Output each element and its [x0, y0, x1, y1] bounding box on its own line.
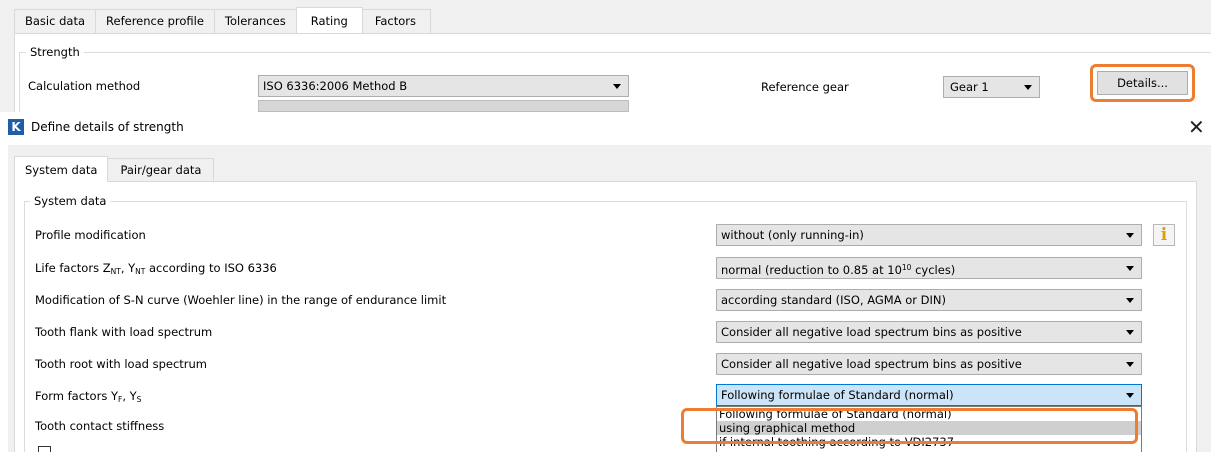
info-icon[interactable]: i	[1153, 224, 1175, 246]
tooth-flank-value: Consider all negative load spectrum bins…	[721, 325, 1022, 339]
close-icon[interactable]: ✕	[1188, 117, 1205, 137]
profile-modification-value: without (only running-in)	[721, 228, 864, 242]
chevron-down-icon	[1126, 393, 1134, 398]
option-checkbox[interactable]	[38, 446, 51, 452]
life-factors-value: normal (reduction to 0.85 at 1010 cycles…	[721, 263, 956, 277]
tab-rating[interactable]: Rating	[295, 7, 363, 33]
calc-method-label: Calculation method	[28, 79, 141, 93]
next-row-field	[258, 100, 629, 112]
form-factors-select[interactable]: Following formulae of Standard (normal)	[716, 384, 1142, 406]
sn-curve-value: according standard (ISO, AGMA or DIN)	[721, 293, 946, 307]
tab-tolerances[interactable]: Tolerances	[213, 9, 297, 33]
tab-basic-data[interactable]: Basic data	[14, 9, 97, 33]
sn-curve-select[interactable]: according standard (ISO, AGMA or DIN)	[716, 289, 1142, 311]
ref-gear-select[interactable]: Gear 1	[943, 76, 1040, 98]
tab-pair-gear-data[interactable]: Pair/gear data	[107, 158, 215, 182]
chevron-down-icon	[1024, 85, 1032, 90]
system-data-group-title: System data	[30, 194, 111, 208]
details-button[interactable]: Details...	[1097, 71, 1188, 95]
main-tab-bar: Basic data Reference profile Tolerances …	[14, 7, 432, 34]
chevron-down-icon	[1126, 298, 1134, 303]
profile-modification-label: Profile modification	[35, 228, 146, 242]
chevron-down-icon	[613, 84, 621, 89]
ref-gear-label: Reference gear	[761, 80, 849, 94]
calc-method-select[interactable]: ISO 6336:2006 Method B	[258, 75, 629, 97]
chevron-down-icon	[1126, 266, 1134, 271]
tooth-contact-stiffness-label: Tooth contact stiffness	[35, 419, 165, 433]
form-factors-value: Following formulae of Standard (normal)	[721, 388, 954, 402]
tab-reference-profile[interactable]: Reference profile	[95, 9, 215, 33]
sn-curve-label: Modification of S-N curve (Woehler line)…	[35, 293, 447, 307]
chevron-down-icon	[1126, 233, 1134, 238]
life-factors-label: Life factors ZNT, YNT according to ISO 6…	[35, 261, 277, 276]
tooth-flank-select[interactable]: Consider all negative load spectrum bins…	[716, 321, 1142, 343]
tab-factors[interactable]: Factors	[361, 9, 432, 33]
app-logo-icon: K	[8, 119, 24, 135]
tab-system-data[interactable]: System data	[14, 156, 109, 182]
calc-method-value: ISO 6336:2006 Method B	[263, 79, 408, 93]
tooth-root-value: Consider all negative load spectrum bins…	[721, 357, 1022, 371]
chevron-down-icon	[1126, 362, 1134, 367]
form-factors-label: Form factors YF, YS	[35, 389, 142, 404]
life-factors-select[interactable]: normal (reduction to 0.85 at 1010 cycles…	[716, 257, 1142, 279]
tooth-flank-label: Tooth flank with load spectrum	[35, 325, 213, 339]
tooth-root-label: Tooth root with load spectrum	[35, 357, 208, 371]
dialog-title: Define details of strength	[31, 120, 184, 134]
dialog-tab-bar: System data Pair/gear data	[14, 156, 215, 182]
ref-gear-value: Gear 1	[950, 80, 989, 94]
graphical-method-highlight	[681, 408, 1138, 444]
profile-modification-select[interactable]: without (only running-in)	[716, 224, 1142, 246]
chevron-down-icon	[1126, 330, 1134, 335]
strength-group-title: Strength	[26, 45, 84, 59]
tooth-root-select[interactable]: Consider all negative load spectrum bins…	[716, 353, 1142, 375]
